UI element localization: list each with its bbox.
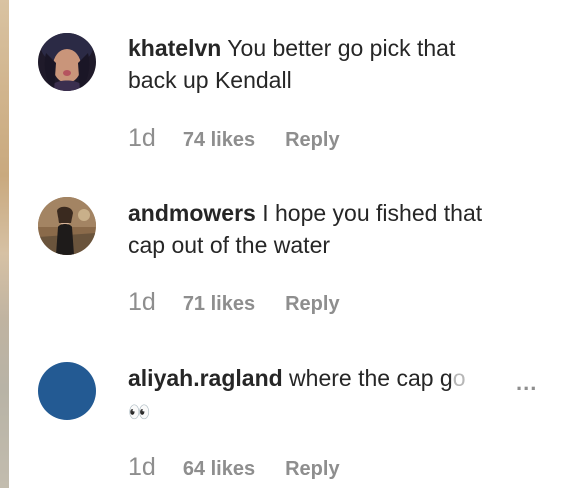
comment-body-faded: o [452,365,466,391]
reply-button[interactable]: Reply [285,293,339,316]
likes-count[interactable]: 74 likes [183,129,255,152]
comment-body: where the cap g [282,365,453,391]
username[interactable]: khatelvn [128,35,221,61]
comment-body: You better go pick that [221,35,456,61]
avatar[interactable] [38,362,96,420]
more-button[interactable]: ... [516,372,537,394]
avatar[interactable] [38,33,96,91]
avatar[interactable] [38,197,96,255]
reply-button[interactable]: Reply [285,458,339,481]
comment-body-cont: back up Kendall [128,67,292,93]
comment-body: I hope you fished that [255,200,483,226]
username[interactable]: andmowers [128,200,256,226]
comment-text: khatelvn You better go pick that back up… [128,32,528,96]
reply-button[interactable]: Reply [285,129,339,152]
timestamp: 1d [128,453,156,481]
comment-meta: 1d 64 likes Reply [128,453,340,481]
username[interactable]: aliyah.ragland [128,365,283,391]
comment-meta: 1d 74 likes Reply [128,124,340,152]
comment-meta: 1d 71 likes Reply [128,288,340,316]
comment-text: andmowers I hope you fished that cap out… [128,197,528,261]
eyes-emoji: 👀 [128,402,151,423]
comment-text: aliyah.ragland where the cap go 👀 [128,362,528,429]
timestamp: 1d [128,124,156,152]
timestamp: 1d [128,288,156,316]
likes-count[interactable]: 71 likes [183,293,255,316]
background-photo-edge [0,0,9,488]
likes-count[interactable]: 64 likes [183,458,255,481]
comment-body-cont: cap out of the water [128,232,331,258]
